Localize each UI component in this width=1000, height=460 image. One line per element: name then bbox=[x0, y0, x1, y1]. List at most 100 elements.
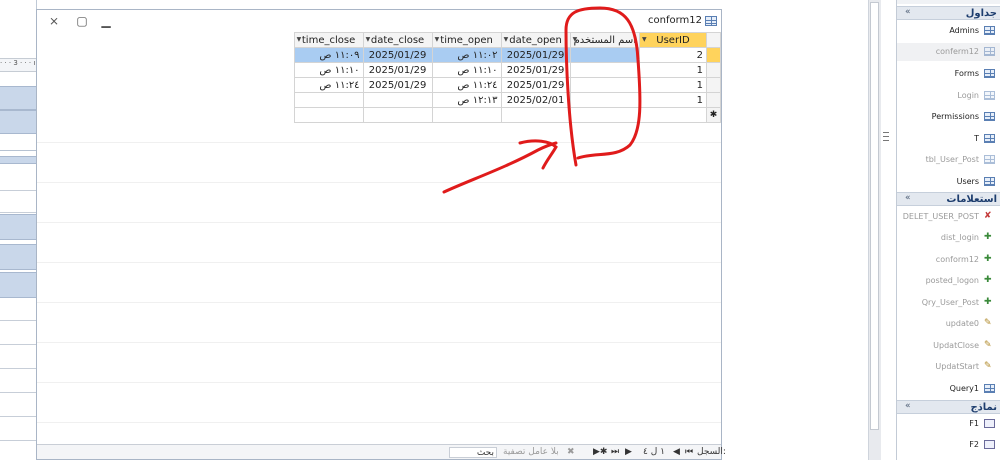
column-header-username[interactable]: ▼ اسم المستخدم bbox=[569, 32, 641, 48]
nav-item-table[interactable]: conferm12 bbox=[897, 43, 1000, 61]
cell-time-open[interactable]: ١١:١٠ ص bbox=[431, 62, 502, 78]
cell-userid[interactable] bbox=[639, 107, 707, 123]
column-header-userid[interactable]: ▼ UserID bbox=[639, 32, 707, 48]
table-row[interactable]: ١٢:١٣ ص 2025/02/01 1 bbox=[293, 92, 721, 108]
cell-date-close[interactable]: 2025/01/29 bbox=[362, 77, 433, 93]
cell-time-close[interactable]: ١١:٢٤ ص bbox=[293, 77, 364, 93]
collapse-chevron-icon[interactable]: « bbox=[905, 401, 911, 411]
cell-time-close[interactable]: ١١:٠٩ ص bbox=[293, 47, 364, 63]
cell-time-open[interactable] bbox=[431, 107, 502, 123]
record-position[interactable]: ١ ل ٤ bbox=[643, 446, 665, 458]
nav-item-query[interactable]: update0 ✎ bbox=[897, 315, 1000, 333]
cell-username[interactable] bbox=[569, 107, 641, 123]
group-header-forms[interactable]: نماذج « bbox=[897, 400, 1000, 414]
table-row[interactable]: ١١:١٠ ص 2025/01/29 ١١:١٠ ص 2025/01/29 1 bbox=[293, 62, 721, 78]
nav-item-query[interactable]: DELET_USER_POST ✘ bbox=[897, 208, 1000, 226]
nav-item-table[interactable]: Forms bbox=[897, 65, 1000, 83]
nav-item-form[interactable]: F1 bbox=[897, 415, 1000, 433]
new-record-icon[interactable]: ✱ bbox=[706, 107, 721, 123]
form-field[interactable] bbox=[0, 372, 36, 393]
cell-date-open[interactable]: 2025/01/29 bbox=[500, 47, 571, 63]
cell-username[interactable] bbox=[569, 47, 641, 63]
cell-time-open[interactable]: ١١:٢٤ ص bbox=[431, 77, 502, 93]
cell-date-open[interactable]: 2025/02/01 bbox=[500, 92, 571, 108]
row-selector[interactable] bbox=[706, 62, 721, 78]
cell-userid[interactable]: 1 bbox=[639, 62, 707, 78]
nav-item-query[interactable]: UpdatStart ✎ bbox=[897, 358, 1000, 376]
nav-item-query[interactable]: dist_login ✚ bbox=[897, 229, 1000, 247]
collapse-chevron-icon[interactable]: « bbox=[905, 193, 911, 203]
close-icon[interactable]: ⨯ bbox=[47, 14, 61, 28]
cell-userid[interactable]: 1 bbox=[639, 92, 707, 108]
new-record-row[interactable]: ✱ bbox=[293, 107, 721, 123]
cell-date-close[interactable]: 2025/01/29 bbox=[362, 47, 433, 63]
pane-splitter-grip-icon[interactable] bbox=[883, 128, 889, 146]
row-selector[interactable] bbox=[706, 47, 721, 63]
dropdown-arrow-icon[interactable]: ▼ bbox=[297, 36, 302, 43]
dropdown-arrow-icon[interactable]: ▼ bbox=[573, 36, 578, 43]
dropdown-arrow-icon[interactable]: ▼ bbox=[642, 36, 647, 43]
column-header-time-close[interactable]: ▼ time_close bbox=[293, 32, 364, 48]
cell-date-open[interactable] bbox=[500, 107, 571, 123]
nav-item-table[interactable]: T bbox=[897, 130, 1000, 148]
search-input[interactable]: بحث bbox=[449, 447, 497, 458]
cell-date-close[interactable] bbox=[362, 107, 433, 123]
form-field[interactable] bbox=[0, 396, 36, 417]
form-field[interactable] bbox=[0, 300, 36, 321]
dropdown-arrow-icon[interactable]: ▼ bbox=[435, 36, 440, 43]
nav-item-query[interactable]: UpdatClose ✎ bbox=[897, 337, 1000, 355]
cell-time-close[interactable] bbox=[293, 107, 364, 123]
cell-date-close[interactable]: 2025/01/29 bbox=[362, 62, 433, 78]
cell-date-open[interactable]: 2025/01/29 bbox=[500, 77, 571, 93]
table-row[interactable]: ١١:٢٤ ص 2025/01/29 ١١:٢٤ ص 2025/01/29 1 bbox=[293, 77, 721, 93]
group-header-tables[interactable]: جداول « bbox=[897, 6, 1000, 20]
filter-status[interactable]: بلا عامل تصفية bbox=[503, 446, 559, 458]
restore-icon[interactable]: ▢ bbox=[75, 14, 89, 28]
form-field[interactable] bbox=[0, 192, 36, 213]
nav-item-form[interactable]: F2 bbox=[897, 436, 1000, 454]
cell-date-open[interactable]: 2025/01/29 bbox=[500, 62, 571, 78]
cell-time-close[interactable]: ١١:١٠ ص bbox=[293, 62, 364, 78]
last-record-button[interactable]: ⏭ bbox=[611, 446, 619, 458]
nav-item-query[interactable]: posted_logon ✚ bbox=[897, 272, 1000, 290]
nav-item-query[interactable]: Query1 bbox=[897, 380, 1000, 398]
row-selector[interactable] bbox=[706, 77, 721, 93]
scrollbar-thumb[interactable] bbox=[870, 2, 879, 430]
column-header-time-open[interactable]: ▼ time_open bbox=[431, 32, 502, 48]
nav-item-table[interactable]: Admins bbox=[897, 22, 1000, 40]
vertical-scrollbar[interactable] bbox=[868, 0, 881, 460]
form-field[interactable] bbox=[0, 324, 36, 345]
nav-item-table[interactable]: tbl_User_Post bbox=[897, 151, 1000, 169]
cell-username[interactable] bbox=[569, 77, 641, 93]
prev-record-button[interactable]: ◀ bbox=[673, 446, 680, 458]
column-header-date-close[interactable]: ▼ date_close bbox=[362, 32, 433, 48]
cell-userid[interactable]: 1 bbox=[639, 77, 707, 93]
filter-icon[interactable]: ✖ bbox=[567, 446, 575, 458]
cell-time-close[interactable] bbox=[293, 92, 364, 108]
cell-username[interactable] bbox=[569, 92, 641, 108]
nav-item-table[interactable]: Permissions bbox=[897, 108, 1000, 126]
dropdown-arrow-icon[interactable]: ▼ bbox=[504, 36, 509, 43]
minimize-icon[interactable]: ▁ bbox=[99, 14, 113, 28]
cell-date-close[interactable] bbox=[362, 92, 433, 108]
collapse-chevron-icon[interactable]: « bbox=[905, 7, 911, 17]
form-field[interactable] bbox=[0, 170, 36, 191]
nav-item-query[interactable]: Qry_User_Post ✚ bbox=[897, 294, 1000, 312]
row-selector[interactable] bbox=[706, 92, 721, 108]
dropdown-arrow-icon[interactable]: ▼ bbox=[366, 36, 371, 43]
first-record-button[interactable]: ⏮ bbox=[685, 446, 693, 458]
next-record-button[interactable]: ▶ bbox=[625, 446, 632, 458]
table-row[interactable]: ١١:٠٩ ص 2025/01/29 ١١:٠٢ ص 2025/01/29 2 bbox=[293, 47, 721, 63]
nav-item-table[interactable]: Login bbox=[897, 87, 1000, 105]
cell-time-open[interactable]: ١٢:١٣ ص bbox=[431, 92, 502, 108]
group-header-queries[interactable]: استعلامات « bbox=[897, 192, 1000, 206]
cell-username[interactable] bbox=[569, 62, 641, 78]
column-header-date-open[interactable]: ▼ date_open bbox=[500, 32, 571, 48]
new-record-nav-button[interactable]: ▶✱ bbox=[593, 446, 607, 458]
select-all-corner[interactable] bbox=[706, 32, 721, 48]
nav-item-query[interactable]: conform12 ✚ bbox=[897, 251, 1000, 269]
cell-userid[interactable]: 2 bbox=[639, 47, 707, 63]
form-field[interactable] bbox=[0, 348, 36, 369]
form-field[interactable] bbox=[0, 420, 36, 441]
cell-time-open[interactable]: ١١:٠٢ ص bbox=[431, 47, 502, 63]
